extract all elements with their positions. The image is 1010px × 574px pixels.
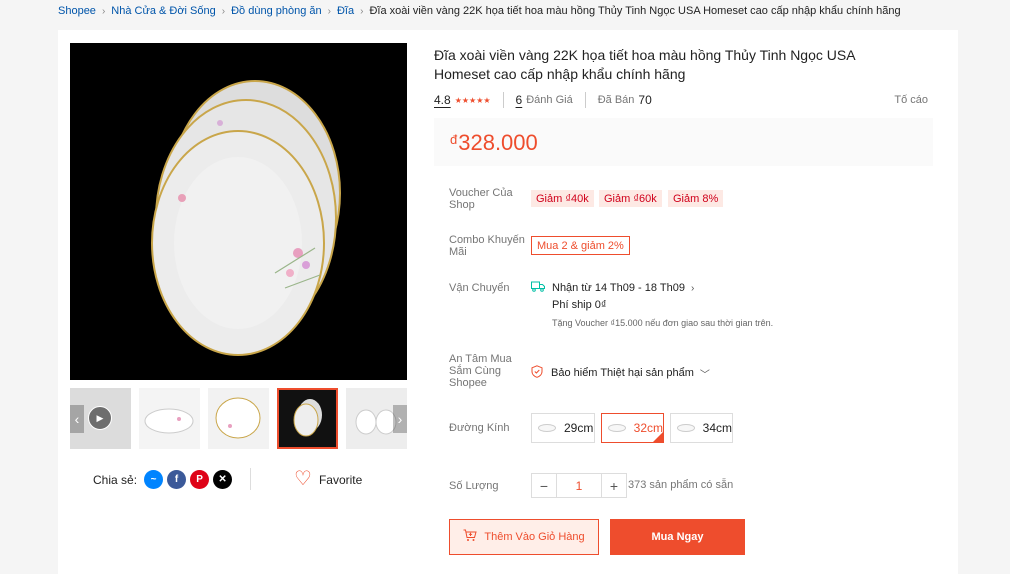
reviews-label: Đánh Giá (526, 94, 573, 106)
add-to-cart-button[interactable]: Thêm Vào Giỏ Hàng (449, 519, 599, 555)
voucher-tag[interactable]: Giảm 8% (668, 190, 724, 207)
quantity-increase-button[interactable]: + (602, 474, 626, 497)
combo-label: Combo Khuyến Mãi (449, 234, 525, 258)
insurance-text: Bảo hiểm Thiệt hại sản phẩm (551, 367, 694, 379)
rating-row: 4.8 ★★★★★ 6 Đánh Giá Đã Bán 70 Tố cáo (434, 92, 928, 108)
sold-count: 70 (638, 93, 652, 107)
quantity-decrease-button[interactable]: − (532, 474, 556, 497)
buy-now-button[interactable]: Mua Ngay (610, 519, 745, 555)
x-icon[interactable]: ✕ (213, 470, 233, 489)
quantity-input[interactable]: 1 (556, 474, 602, 497)
thumbnail-image[interactable] (139, 388, 200, 449)
favorite-button[interactable]: ♡ Favorite (294, 468, 363, 490)
option-thumbnail (538, 424, 556, 432)
chevron-right-icon: › (690, 282, 695, 294)
combo-tag[interactable]: Mua 2 & giảm 2% (531, 236, 630, 255)
plates-illustration (151, 80, 341, 356)
divider (584, 92, 586, 108)
shipping-delivery[interactable]: Nhận từ 14 Th09 - 18 Th09 › (531, 281, 694, 295)
delivery-date: Nhận từ 14 Th09 - 18 Th09 (552, 282, 685, 294)
thumbnail-plate (144, 408, 194, 434)
breadcrumb-dining[interactable]: Đồ dùng phòng ăn (231, 5, 322, 17)
chevron-right-icon[interactable]: › (393, 405, 407, 433)
chevron-down-icon: ﹀ (699, 369, 710, 381)
option-thumbnail (608, 424, 626, 432)
pinterest-icon[interactable]: P (190, 470, 210, 489)
cart-icon (463, 529, 478, 545)
diameter-option-32cm[interactable]: 32cm (601, 413, 664, 443)
voucher-tag[interactable]: Giảm ₫60k (599, 190, 662, 207)
quantity-stepper: − 1 + (531, 473, 627, 498)
thumbnail-image-selected[interactable] (277, 388, 338, 449)
insurance-option[interactable]: Bảo hiểm Thiệt hại sản phẩm ﹀ (531, 365, 710, 381)
price-box: đ328.000 (434, 118, 933, 166)
breadcrumb-separator: › (327, 5, 331, 17)
shield-icon (531, 365, 543, 381)
divider (250, 468, 251, 490)
messenger-icon[interactable]: ~ (144, 470, 164, 489)
selected-check-icon (653, 432, 663, 442)
reviews-count[interactable]: 6 (516, 93, 523, 107)
breadcrumb-plates[interactable]: Đĩa (337, 5, 354, 17)
breadcrumb: Shopee › Nhà Cửa & Đời Sống › Đồ dùng ph… (58, 4, 901, 18)
breadcrumb-current: Đĩa xoài viền vàng 22K họa tiết hoa màu … (369, 5, 901, 17)
breadcrumb-separator: › (221, 5, 226, 17)
breadcrumb-shopee[interactable]: Shopee (58, 5, 96, 17)
thumbnail-plate (215, 397, 261, 439)
product-main-image[interactable] (70, 43, 407, 380)
rating-stars: ★★★★★ (454, 95, 491, 105)
product-title: Đĩa xoài viền vàng 22K họa tiết hoa màu … (434, 47, 855, 82)
truck-icon (531, 281, 545, 295)
currency-symbol: đ (450, 132, 458, 147)
chevron-left-icon[interactable]: ‹ (70, 405, 84, 433)
voucher-tag[interactable]: Giảm ₫40k (531, 190, 594, 207)
shipping-note: Tặng Voucher ₫15.000 nếu đơn giao sau th… (552, 318, 774, 328)
play-icon: ▶ (88, 406, 112, 430)
option-thumbnail (677, 424, 695, 432)
thumbnail-image[interactable] (208, 388, 269, 449)
add-to-cart-label: Thêm Vào Giỏ Hàng (484, 531, 585, 543)
thumbnail-strip: ▶ ‹ › (70, 388, 407, 449)
shipping-fee: Phí ship 0₫ (552, 299, 607, 311)
insurance-label: An Tâm Mua Sắm Cùng Shopee (449, 353, 512, 389)
favorite-label: Favorite (318, 472, 363, 487)
breadcrumb-separator: › (360, 5, 364, 17)
stock-available: 373 sản phẩm có sẵn (628, 479, 734, 491)
heart-icon: ♡ (294, 468, 312, 490)
diameter-option-29cm[interactable]: 29cm (531, 413, 595, 443)
facebook-icon[interactable]: f (167, 470, 187, 489)
shipping-label: Vận Chuyển (449, 282, 510, 294)
share-label: Chia sẻ: (93, 472, 138, 487)
breadcrumb-separator: › (101, 5, 106, 17)
rating-value[interactable]: 4.8 (434, 93, 451, 107)
diameter-label: Đường Kính (449, 422, 510, 434)
option-label: 29cm (564, 421, 594, 435)
divider (502, 92, 504, 108)
share-row: Chia sẻ: ~ f P ✕ (93, 470, 233, 489)
sold-label: Đã Bán (597, 94, 635, 106)
quantity-label: Số Lượng (449, 480, 499, 492)
option-label: 34cm (702, 421, 732, 435)
breadcrumb-home-living[interactable]: Nhà Cửa & Đời Sống (111, 5, 215, 17)
price-value: 328.000 (458, 130, 538, 155)
report-link[interactable]: Tố cáo (894, 94, 928, 106)
voucher-label: Voucher Của Shop (449, 187, 513, 211)
product-price: đ328.000 (450, 130, 538, 156)
thumbnail-plate (293, 399, 322, 437)
diameter-option-34cm[interactable]: 34cm (670, 413, 733, 443)
